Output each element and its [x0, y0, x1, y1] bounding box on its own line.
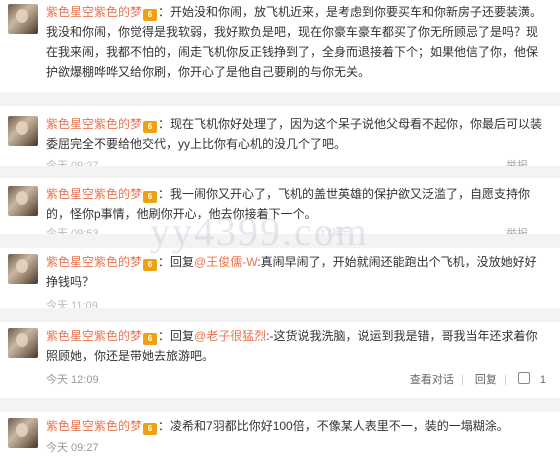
avatar[interactable]: [8, 328, 38, 358]
comment-body: 紫色星空紫色的梦 6 ：回复@老子很猛烈:-这货说我洗脑，说运到我是错，哥我当年还求…: [46, 326, 546, 366]
comment-card: 紫色星空紫色的梦 6 ：开始没和你闹，放飞机近来，是考虑到你要买车和你新房子还要装潢…: [0, 0, 548, 92]
vip-badge-icon: 6: [143, 9, 158, 21]
avatar[interactable]: [8, 254, 38, 284]
comment-username[interactable]: 紫色星空紫色的梦: [46, 329, 142, 343]
comment-card: 紫色星空紫色的梦 6 ：回复@王俊儒-W:真闹早闹了，开始就闹还能跑出个飞机，没放她…: [0, 248, 548, 308]
comment-card: 紫色星空紫色的梦 6 ：凌希和7羽都比你好100倍，不像某人表里不一，装的一塌糊涂。…: [0, 412, 548, 468]
divider: |: [460, 374, 464, 386]
comment-time: 今天 09:53: [46, 228, 99, 234]
mention-link[interactable]: @王俊儒-W: [194, 255, 257, 269]
separator: [0, 308, 560, 322]
comment-text: ：回复: [158, 255, 195, 269]
vip-badge-icon: 6: [143, 121, 158, 133]
comment-time: 今天 11:09: [46, 300, 98, 308]
avatar[interactable]: [8, 116, 38, 146]
separator: [0, 234, 560, 248]
separator: [0, 92, 560, 106]
comment-username[interactable]: 紫色星空紫色的梦: [46, 5, 142, 19]
comment-time: 今天 09:27: [46, 160, 99, 166]
report-link[interactable]: 举报: [506, 226, 528, 234]
separator: [0, 398, 560, 412]
avatar[interactable]: [8, 186, 38, 216]
reply-link[interactable]: 回复: [475, 374, 497, 386]
comment-card: 紫色星空紫色的梦 6 ：回复@老子很猛烈:-这货说我洗脑，说运到我是错，哥我当年还求…: [0, 322, 548, 398]
comment-body: 紫色星空紫色的梦 6 ：回复@王俊儒-W:真闹早闹了，开始就闹还能跑出个飞机，没放她…: [46, 252, 546, 292]
vip-badge-icon: 6: [143, 423, 158, 435]
comment-footer: 今天 09:27: [46, 440, 546, 456]
comment-username[interactable]: 紫色星空紫色的梦: [46, 187, 142, 201]
vip-badge-icon: 6: [143, 333, 158, 345]
comment-username[interactable]: 紫色星空紫色的梦: [46, 117, 142, 131]
mention-link[interactable]: @老子很猛烈: [194, 329, 266, 343]
comment-card: 紫色星空紫色的梦 6 ：我一闹你又开心了，飞机的盖世英雄的保护欲又泛滥了，自愿支持你…: [0, 178, 548, 234]
comment-body: 紫色星空紫色的梦 6 ：凌希和7羽都比你好100倍，不像某人表里不一，装的一塌糊涂。: [46, 416, 546, 436]
like-count: 1: [539, 374, 546, 386]
comment-body: 紫色星空紫色的梦 6 ：现在飞机你好处理了，因为这个呆子说他父母看不起你，你最后可以…: [46, 114, 546, 154]
divider: |: [503, 374, 507, 386]
comment-text: ：回复: [158, 329, 195, 343]
comment-body: 紫色星空紫色的梦 6 ：我一闹你又开心了，飞机的盖世英雄的保护欲又泛滥了，自愿支持你…: [46, 184, 546, 224]
comment-footer: 今天 12:09 查看对话 | 回复 | 1: [46, 372, 546, 388]
comment-time: 今天 09:27: [46, 442, 99, 454]
like-button[interactable]: 1: [517, 372, 546, 386]
thumbs-up-icon: [517, 372, 530, 384]
avatar[interactable]: [8, 4, 38, 34]
separator: [0, 166, 560, 178]
comment-actions: 查看对话 | 回复 | 1: [402, 372, 546, 388]
comment-card: 紫色星空紫色的梦 6 ：现在飞机你好处理了，因为这个呆子说他父母看不起你，你最后可以…: [0, 106, 548, 166]
view-conversation-link[interactable]: 查看对话: [410, 374, 454, 386]
vip-badge-icon: 6: [143, 191, 158, 203]
comment-username[interactable]: 紫色星空紫色的梦: [46, 419, 142, 433]
avatar[interactable]: [8, 418, 38, 448]
comment-body: 紫色星空紫色的梦 6 ：开始没和你闹，放飞机近来，是考虑到你要买车和你新房子还要装潢…: [46, 2, 546, 82]
comment-username[interactable]: 紫色星空紫色的梦: [46, 255, 142, 269]
comment-time: 今天 12:09: [46, 374, 99, 386]
vip-badge-icon: 6: [143, 259, 158, 271]
comment-text: ：凌希和7羽都比你好100倍，不像某人表里不一，装的一塌糊涂。: [158, 419, 509, 433]
report-link[interactable]: 举报: [506, 158, 528, 166]
